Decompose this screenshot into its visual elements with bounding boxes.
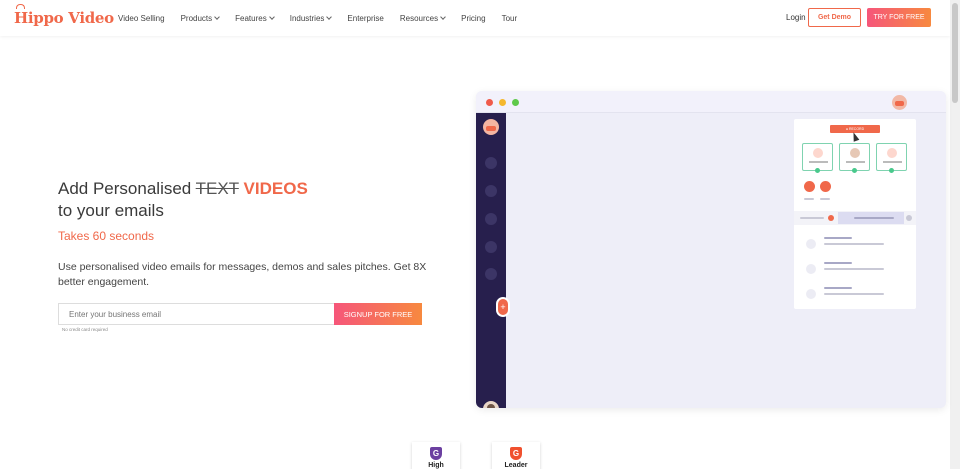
option-line: [846, 161, 865, 163]
nav-features[interactable]: Features: [227, 14, 282, 23]
gray-line: [820, 198, 830, 200]
webcam-icon: [850, 148, 860, 158]
mockup-window-bar: [476, 91, 946, 113]
nav-label: Industries: [289, 13, 325, 23]
badge-text: Leader: [504, 462, 528, 469]
gray-line: [824, 287, 852, 289]
nav-label: Enterprise: [347, 13, 384, 23]
business-email-input[interactable]: [58, 303, 334, 325]
list-dot: [806, 264, 816, 274]
check-dot-icon: [815, 168, 820, 173]
check-dot-icon: [889, 168, 894, 173]
sidebar-dot: [485, 268, 497, 280]
g2-badge-leader: G Leader: [492, 442, 540, 469]
sidebar-dot: [485, 241, 497, 253]
sidebar-dot: [485, 157, 497, 169]
list-dot: [806, 289, 816, 299]
option-line: [883, 161, 902, 163]
title-line2: to your emails: [58, 201, 164, 220]
logo-text: Hippo Video: [14, 9, 114, 27]
mockup-record-panel: ● RECORD: [794, 119, 916, 309]
window-maximize-dot: [512, 99, 519, 106]
hippo-video-logo[interactable]: Hippo Video: [14, 4, 114, 27]
screen-record-icon: [813, 148, 823, 158]
nav-pricing[interactable]: Pricing: [453, 14, 493, 23]
gray-line: [824, 243, 884, 245]
top-header: Hippo Video Video Selling Products Featu…: [0, 0, 950, 36]
mockup-plus-icon: +: [496, 297, 510, 317]
login-link[interactable]: Login: [786, 13, 806, 22]
gray-line: [854, 217, 894, 219]
gray-line: [800, 217, 824, 219]
mockup-avatar-icon: [892, 95, 907, 110]
nav-resources[interactable]: Resources: [392, 14, 453, 23]
sidebar-dot: [485, 213, 497, 225]
mockup-timeline-bar: [794, 211, 916, 225]
nav-video-selling[interactable]: Video Selling: [110, 14, 173, 23]
timeline-dot: [828, 215, 834, 221]
chevron-down-icon: [326, 14, 333, 20]
nav-label: Tour: [501, 13, 518, 23]
product-mockup: + ● RECORD: [476, 91, 946, 408]
try-for-free-button[interactable]: TRY FOR FREE: [867, 8, 931, 27]
main-nav: Video Selling Products Features Industri…: [110, 0, 525, 36]
gray-line: [824, 262, 852, 264]
orange-circle: [820, 181, 831, 192]
badge-text: High: [428, 462, 444, 469]
sidebar-dot: [485, 185, 497, 197]
signup-for-free-button[interactable]: SIGNUP FOR FREE: [334, 303, 422, 325]
nav-tour[interactable]: Tour: [494, 14, 526, 23]
nav-label: Products: [180, 13, 213, 23]
hero-subtitle: Takes 60 seconds: [58, 229, 155, 243]
gray-line: [824, 237, 852, 239]
g2-logo-icon: G: [430, 447, 442, 460]
mockup-user-avatar: [483, 401, 499, 408]
scrollbar-thumb[interactable]: [952, 3, 958, 103]
orange-circle: [804, 181, 815, 192]
nav-label: Resources: [399, 13, 439, 23]
microphone-icon: [887, 148, 897, 158]
timeline-dot: [906, 215, 912, 221]
nav-industries[interactable]: Industries: [282, 14, 340, 23]
nav-label: Features: [235, 13, 267, 23]
list-dot: [806, 239, 816, 249]
gray-line: [804, 198, 814, 200]
g2-logo-icon: G: [510, 447, 522, 460]
title-accent: VIDEOS: [243, 179, 308, 198]
nav-products[interactable]: Products: [173, 14, 228, 23]
screen-option: [802, 143, 833, 171]
chevron-down-icon: [214, 14, 220, 20]
gray-line: [824, 293, 884, 295]
gray-line: [824, 268, 884, 270]
logo-hat-icon: [16, 4, 25, 9]
no-credit-card-note: No credit card required: [62, 327, 108, 332]
title-prefix: Add Personalised: [58, 179, 196, 198]
hero-title: Add Personalised TEXT VIDEOS to your ema…: [58, 178, 378, 222]
check-dot-icon: [852, 168, 857, 173]
title-strike: TEXT: [195, 179, 239, 198]
mockup-sidebar: [476, 113, 506, 408]
g2-badge-high: G High: [412, 442, 460, 469]
window-minimize-dot: [499, 99, 506, 106]
chevron-down-icon: [268, 14, 275, 20]
get-demo-button[interactable]: Get Demo: [808, 8, 861, 27]
nav-enterprise[interactable]: Enterprise: [339, 14, 391, 23]
webcam-option: [839, 143, 870, 171]
chevron-down-icon: [440, 14, 446, 20]
nav-label: Video Selling: [118, 13, 165, 23]
mockup-logo-icon: [483, 119, 499, 135]
window-close-dot: [486, 99, 493, 106]
audio-option: [876, 143, 907, 171]
nav-label: Pricing: [461, 13, 486, 23]
option-line: [809, 161, 828, 163]
hero-description: Use personalised video emails for messag…: [58, 261, 427, 288]
